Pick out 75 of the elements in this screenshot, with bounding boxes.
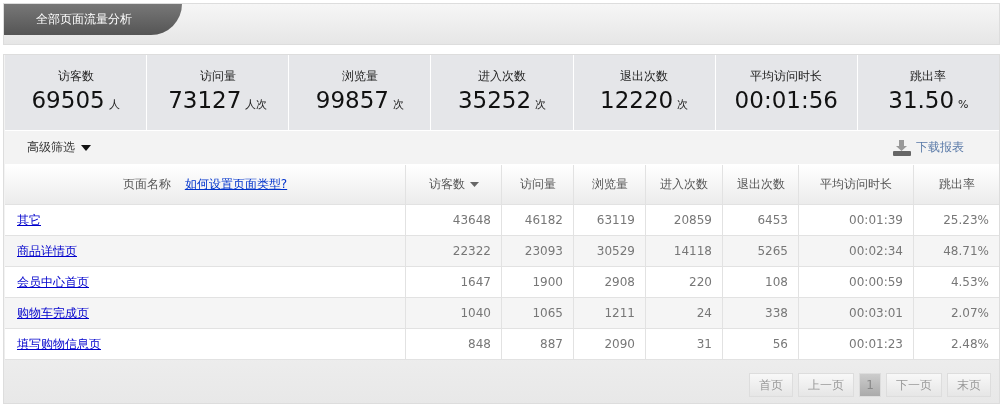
table-cell: 00:02:34	[799, 236, 914, 266]
table-cell: 00:01:23	[799, 329, 914, 359]
table-cell: 1647	[406, 267, 502, 297]
table-cell: 00:01:39	[799, 205, 914, 235]
table-cell: 2090	[574, 329, 646, 359]
stat-label: 访客数	[57, 68, 94, 85]
table-cell: 43648	[406, 205, 502, 235]
page-link[interactable]: 填写购物信息页	[17, 337, 101, 351]
stat-value: 31.50	[888, 87, 955, 113]
table-cell: 22322	[406, 236, 502, 266]
table-cell: 00:00:59	[799, 267, 914, 297]
table-cell: 1040	[406, 298, 502, 328]
stat-value: 00:01:56	[734, 87, 838, 113]
table-cell: 23093	[502, 236, 574, 266]
table-cell: 338	[723, 298, 799, 328]
stat-value: 69505	[31, 87, 105, 113]
column-label: 页面名称	[122, 176, 171, 193]
stat-label: 平均访问时长	[750, 68, 823, 85]
column-header[interactable]: 访客数	[406, 165, 502, 204]
table-cell: 14118	[646, 236, 723, 266]
table-cell-text: 25.23%	[942, 212, 990, 229]
table-cell-text: 4.53%	[949, 274, 990, 291]
download-icon	[893, 139, 911, 156]
table-cell: 00:03:01	[799, 298, 914, 328]
table-cell: 1211	[574, 298, 646, 328]
table-cell: 2908	[574, 267, 646, 297]
caret-icon	[81, 144, 91, 151]
table-cell: 108	[723, 267, 799, 297]
table-cell: 5265	[723, 236, 799, 266]
filter-dropdown[interactable]: 高级筛选	[27, 139, 91, 156]
table-cell-text: 48.71%	[942, 243, 990, 260]
table-cell-text: 2.07%	[949, 305, 990, 322]
table-cell: 30529	[574, 236, 646, 266]
stat-unit: 次	[677, 97, 689, 112]
table-cell: 63119	[574, 205, 646, 235]
stat-label: 访问量	[199, 68, 236, 85]
table-cell: 1900	[502, 267, 574, 297]
table-cell: 46182	[502, 205, 574, 235]
stat-label: 浏览量	[341, 68, 378, 85]
table-cell: 20859	[646, 205, 723, 235]
table-cell: 887	[502, 329, 574, 359]
page-link[interactable]: 购物车完成页	[17, 306, 89, 320]
table-cell: 848	[406, 329, 502, 359]
column-header[interactable]: 跳出率	[914, 165, 999, 204]
page-link[interactable]: 商品详情页	[17, 244, 77, 258]
table-cell: 220	[646, 267, 723, 297]
stat-label: 退出次数	[620, 68, 669, 85]
page-tab[interactable]: 全部页面流量分析	[4, 4, 182, 35]
table-cell: 56	[723, 329, 799, 359]
sort-icon	[469, 182, 479, 187]
column-header[interactable]: 退出次数	[723, 165, 799, 204]
table-cell-text: 2.48%	[949, 336, 990, 353]
column-header[interactable]: 进入次数	[646, 165, 723, 204]
stat-unit: %	[958, 98, 969, 111]
column-header[interactable]: 浏览量	[574, 165, 646, 204]
page-link[interactable]: 其它	[17, 213, 41, 227]
download-button[interactable]: 下载报表	[893, 139, 964, 156]
stat-value: 12220	[600, 87, 674, 113]
stat-unit: 次	[535, 97, 547, 112]
table-cell: 6453	[723, 205, 799, 235]
stat-unit: 人	[108, 97, 120, 112]
table-cell: 1065	[502, 298, 574, 328]
stat-unit: 人次	[245, 97, 268, 112]
column-header[interactable]: 访问量	[502, 165, 574, 204]
stat-value: 35252	[457, 87, 532, 113]
stat-label: 进入次数	[478, 68, 526, 85]
table-cell: 31	[646, 329, 723, 359]
column-header[interactable]: 平均访问时长	[799, 165, 914, 204]
stat-value: 73127	[168, 87, 242, 113]
help-link[interactable]: 如何设置页面类型?	[184, 176, 288, 193]
stat-value: 99857	[315, 87, 389, 113]
stat-unit: 次	[392, 97, 404, 112]
table-cell: 24	[646, 298, 723, 328]
stat-label: 跳出率	[910, 68, 947, 85]
page-link[interactable]: 会员中心首页	[17, 275, 89, 289]
